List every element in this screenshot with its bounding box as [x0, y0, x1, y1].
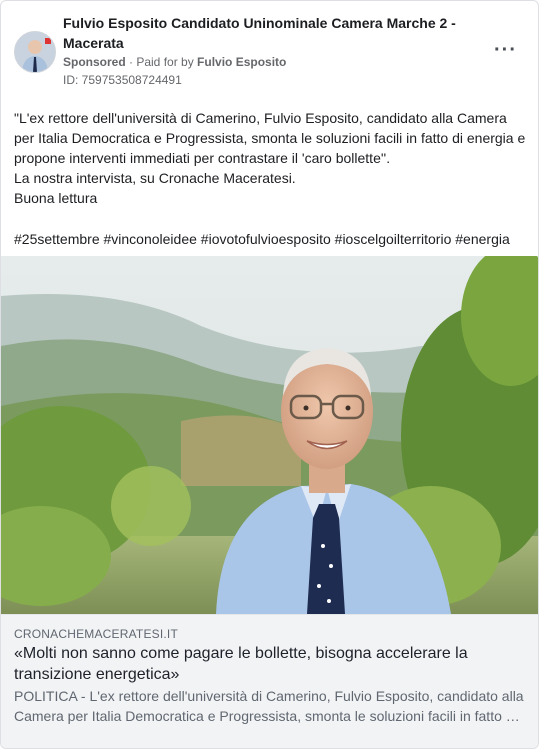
page-avatar[interactable]	[14, 31, 56, 73]
link-title[interactable]: «Molti non sanno come pagare le bollette…	[14, 643, 524, 685]
link-preview[interactable]: CRONACHEMACERATESI.IT «Molti non sanno c…	[1, 614, 538, 748]
post-paragraph-2: La nostra intervista, su Cronache Macera…	[14, 170, 296, 186]
more-horizontal-icon[interactable]: ···	[494, 39, 517, 62]
avatar-portrait-icon	[15, 32, 55, 72]
post-hashtags[interactable]: #25settembre #vinconoleidee #iovotofulvi…	[14, 229, 526, 249]
post-text: "L'ex rettore dell'università di Camerin…	[14, 108, 526, 208]
link-description: POLITICA - L'ex rettore dell'università …	[14, 688, 524, 724]
post-paragraph-3: Buona lettura	[14, 190, 98, 206]
link-domain: CRONACHEMACERATESI.IT	[14, 627, 178, 641]
paid-for-name[interactable]: Fulvio Esposito	[197, 55, 286, 69]
ad-id: ID: 759753508724491	[63, 73, 182, 87]
ad-meta: Sponsored · Paid for by Fulvio Esposito	[63, 54, 286, 70]
page-name-link[interactable]: Fulvio Esposito Candidato Uninominale Ca…	[63, 13, 463, 53]
sponsored-label[interactable]: Sponsored	[63, 55, 126, 69]
portrait-photo-image	[1, 256, 538, 614]
link-image[interactable]	[1, 256, 538, 614]
post-paragraph-1: "L'ex rettore dell'università di Camerin…	[14, 110, 526, 166]
post-header: Fulvio Esposito Candidato Uninominale Ca…	[14, 13, 525, 93]
ad-card: Fulvio Esposito Candidato Uninominale Ca…	[0, 0, 539, 749]
paid-for-prefix: · Paid for by	[125, 55, 198, 69]
